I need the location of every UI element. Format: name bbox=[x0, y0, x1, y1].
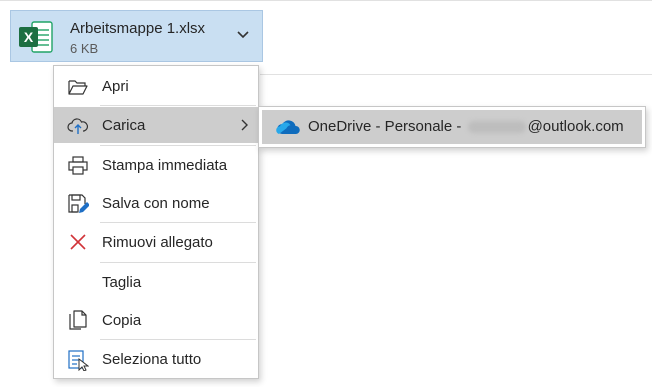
menu-item-upload[interactable]: Carica bbox=[54, 107, 258, 143]
menu-item-label: Apri bbox=[102, 78, 129, 95]
menu-item-open[interactable]: Apri bbox=[54, 68, 258, 104]
save-as-icon bbox=[68, 194, 89, 213]
menu-item-quick-print[interactable]: Stampa immediata bbox=[54, 147, 258, 183]
menu-item-label: Copia bbox=[102, 312, 142, 329]
top-divider bbox=[0, 0, 652, 1]
excel-file-icon: X bbox=[19, 21, 53, 53]
menu-item-label: Rimuovi allegato bbox=[102, 234, 213, 251]
onedrive-account-label: OneDrive - Personale - @outlook.com bbox=[308, 118, 624, 135]
menu-separator bbox=[100, 222, 256, 223]
menu-item-label: Taglia bbox=[102, 274, 142, 291]
cloud-upload-icon bbox=[67, 118, 88, 134]
menu-separator bbox=[100, 339, 256, 340]
upload-submenu: OneDrive - Personale - @outlook.com bbox=[258, 106, 646, 148]
onedrive-cloud-icon bbox=[276, 120, 300, 134]
menu-item-cut[interactable]: Taglia bbox=[54, 264, 258, 300]
context-menu: Apri Carica Stampa immediata Salva con n… bbox=[53, 65, 259, 379]
menu-separator bbox=[100, 262, 256, 263]
redacted-username bbox=[467, 121, 526, 134]
select-all-icon bbox=[68, 350, 89, 371]
menu-item-remove-attachment[interactable]: Rimuovi allegato bbox=[54, 224, 258, 260]
menu-item-label: Salva con nome bbox=[102, 195, 210, 212]
chevron-down-icon[interactable] bbox=[235, 27, 251, 43]
attachment-filename: Arbeitsmappe 1.xlsx bbox=[70, 20, 206, 37]
menu-item-label: Stampa immediata bbox=[102, 157, 228, 174]
menu-item-label: Carica bbox=[102, 117, 146, 134]
menu-item-select-all[interactable]: Seleziona tutto bbox=[54, 341, 258, 377]
chevron-right-icon bbox=[241, 119, 248, 131]
submenu-item-onedrive[interactable]: OneDrive - Personale - @outlook.com bbox=[262, 110, 642, 144]
remove-x-icon bbox=[70, 234, 86, 250]
attachment-card[interactable]: X Arbeitsmappe 1.xlsx 6 KB bbox=[10, 10, 263, 62]
copy-icon bbox=[69, 310, 87, 330]
menu-separator bbox=[100, 105, 256, 106]
svg-text:X: X bbox=[24, 29, 34, 45]
open-folder-icon bbox=[68, 80, 88, 95]
menu-item-copy[interactable]: Copia bbox=[54, 302, 258, 338]
onedrive-label-suffix: @outlook.com bbox=[527, 118, 624, 135]
printer-icon bbox=[68, 156, 88, 175]
menu-item-save-as[interactable]: Salva con nome bbox=[54, 185, 258, 221]
menu-item-label: Seleziona tutto bbox=[102, 351, 202, 368]
header-divider bbox=[260, 74, 652, 75]
attachment-size: 6 KB bbox=[70, 41, 99, 56]
onedrive-label-prefix: OneDrive - Personale - bbox=[308, 118, 466, 135]
menu-separator bbox=[100, 145, 256, 146]
